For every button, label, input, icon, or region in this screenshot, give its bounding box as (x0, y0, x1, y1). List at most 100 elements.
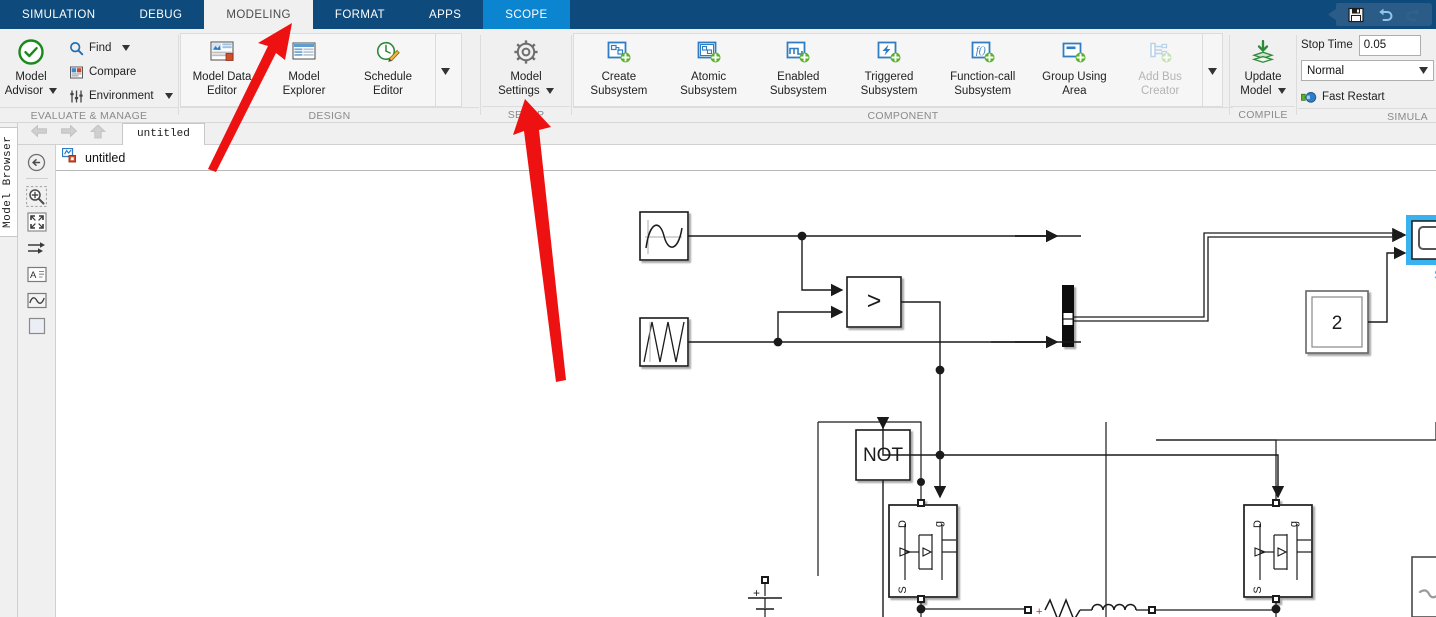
group-using-area-button[interactable]: Group Using Area (1031, 34, 1119, 98)
atomic-subsystem-icon (696, 37, 722, 67)
chevron-down-icon[interactable] (545, 84, 554, 98)
stop-time-label: Stop Time (1301, 39, 1353, 51)
environment-button[interactable]: Environment (68, 85, 173, 107)
label-line-1: Group Using (1042, 71, 1107, 83)
create-subsystem-button[interactable]: Create Subsystem (574, 34, 664, 98)
label-line-1: Model (15, 71, 47, 83)
component-overflow-button[interactable] (1202, 34, 1222, 108)
model-data-editor-button[interactable]: Model Data Editor (181, 34, 263, 98)
tab-label: APPS (429, 8, 462, 21)
scope-viewer-icon[interactable] (24, 287, 50, 313)
compare-button[interactable]: Compare (68, 61, 173, 83)
fast-restart-button[interactable]: Fast Restart (1301, 86, 1385, 108)
schedule-editor-label: Schedule Editor (364, 70, 412, 98)
navigate-back-icon[interactable] (24, 149, 50, 175)
enabled-subsystem-label: Enabled Subsystem (770, 70, 827, 98)
repeating-sequence-block (639, 317, 689, 367)
svg-text:S: S (1252, 586, 1264, 593)
find-button[interactable]: Find (68, 37, 173, 59)
tab-label: FORMAT (334, 8, 385, 21)
label-line-1: Create (601, 71, 637, 83)
find-label: Find (89, 42, 112, 54)
stop-time-input[interactable] (1358, 34, 1421, 56)
chevron-down-icon[interactable] (1277, 84, 1286, 98)
enabled-subsystem-button[interactable]: Enabled Subsystem (753, 34, 843, 98)
signal-routing-icon[interactable] (24, 235, 50, 261)
tab-debug[interactable]: DEBUG (117, 0, 204, 29)
simulink-diagram[interactable]: > NOT 2 D g S D g S + + (56, 172, 1436, 617)
back-arrow-icon[interactable] (30, 124, 48, 143)
schedule-editor-button[interactable]: Schedule Editor (345, 34, 431, 98)
chevron-down-icon[interactable] (49, 84, 58, 98)
fit-to-view-icon[interactable] (24, 209, 50, 235)
label-line-2: Model (1240, 85, 1272, 98)
svg-text:+: + (1036, 606, 1042, 617)
model-settings-label: Model Settings (498, 70, 554, 98)
label-line-1: Atomic (690, 71, 727, 83)
save-icon[interactable] (1346, 5, 1366, 25)
tab-simulation[interactable]: SIMULATION (0, 0, 117, 29)
simulation-mode-value: Normal (1307, 64, 1345, 77)
svg-text:S: S (897, 586, 909, 593)
function-call-subsystem-button[interactable]: f() Function-call Subsystem (935, 34, 1031, 98)
atomic-subsystem-button[interactable]: Atomic Subsystem (664, 34, 754, 98)
svg-text:g: g (1288, 521, 1300, 527)
chevron-down-icon[interactable] (122, 42, 131, 54)
group-label-component: COMPONENT (573, 107, 1233, 124)
chevron-down-icon (441, 62, 450, 80)
simulink-model-icon (61, 147, 79, 168)
ribbon-tab-bar: SIMULATION DEBUG MODELING FORMAT APPS SC… (0, 0, 1436, 29)
update-model-label: Update Model (1240, 70, 1286, 98)
search-icon (68, 40, 84, 56)
tab-bar-spacer (570, 0, 1328, 29)
design-overflow-button[interactable] (435, 34, 455, 108)
model-advisor-label: Model Advisor (5, 70, 58, 98)
triggered-subsystem-button[interactable]: Triggered Subsystem (843, 34, 935, 98)
model-browser-strip[interactable]: Model Browser (0, 123, 18, 617)
update-model-button[interactable]: Update Model (1232, 34, 1294, 98)
tab-scope[interactable]: SCOPE (483, 0, 570, 29)
function-call-subsystem-icon: f() (970, 37, 996, 67)
compare-label: Compare (89, 66, 137, 78)
forward-arrow-icon[interactable] (60, 124, 78, 143)
group-label-design: DESIGN (180, 107, 479, 124)
enabled-subsystem-icon (785, 37, 811, 67)
annotation-icon[interactable]: A (24, 261, 50, 287)
ribbon-separator (1296, 35, 1297, 115)
design-panel: Model Data Editor Model Explorer Schedul… (180, 33, 462, 108)
simulation-mode-select[interactable]: Normal (1301, 60, 1434, 81)
breadcrumb: untitled (18, 122, 1436, 145)
update-model-icon (1250, 37, 1276, 67)
tab-modeling[interactable]: MODELING (204, 0, 313, 29)
label-line-2: Subsystem (769, 85, 827, 97)
model-advisor-button[interactable]: Model Advisor (0, 34, 62, 98)
chevron-down-icon[interactable] (164, 90, 173, 102)
tab-format[interactable]: FORMAT (313, 0, 407, 29)
area-icon[interactable] (24, 313, 50, 339)
environment-icon (68, 88, 84, 104)
tab-label: SCOPE (505, 8, 548, 21)
label-line-1: Function-call (950, 71, 1016, 83)
group-label-setup: SETUP (482, 106, 570, 123)
model-data-editor-icon (209, 37, 235, 67)
fast-restart-icon (1301, 89, 1317, 105)
zoom-in-icon[interactable] (24, 183, 50, 209)
svg-text:>: > (867, 287, 882, 315)
group-using-area-icon (1061, 37, 1087, 67)
label-line-1: Enabled (777, 71, 820, 83)
relational-operator-block: > (846, 276, 902, 328)
model-explorer-button[interactable]: Model Explorer (263, 34, 345, 98)
quick-access-toolbar (1328, 0, 1436, 29)
mux-block (1062, 285, 1074, 347)
up-arrow-icon[interactable] (89, 123, 107, 144)
model-header: untitled (56, 145, 1436, 171)
environment-label: Environment (89, 90, 154, 102)
measurement-block: i (1411, 556, 1436, 617)
undo-icon[interactable] (1375, 5, 1395, 25)
chevron-down-icon (1208, 62, 1217, 80)
simulink-window: SIMULATION DEBUG MODELING FORMAT APPS SC… (0, 0, 1436, 617)
model-settings-button[interactable]: Model Settings (487, 34, 565, 98)
breadcrumb-tab-untitled[interactable]: untitled (122, 122, 205, 145)
tab-apps[interactable]: APPS (407, 0, 483, 29)
ribbon-group-component: Create Subsystem Atomic Subsystem Enable… (573, 29, 1233, 123)
